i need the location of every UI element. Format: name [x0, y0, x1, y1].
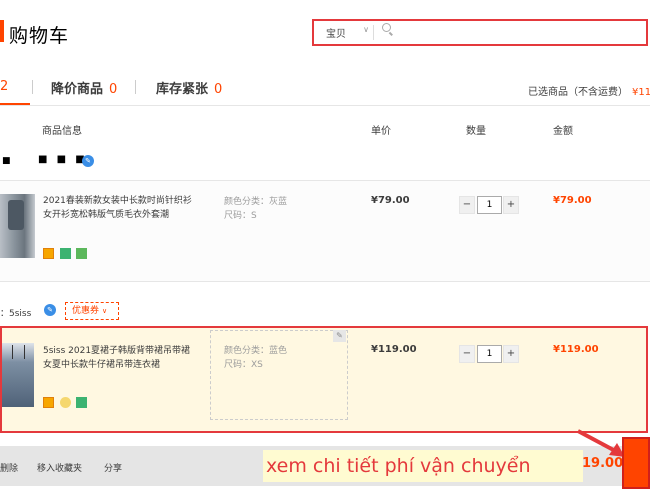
chat-icon[interactable]: ✎ [44, 304, 56, 316]
tab-low-stock[interactable]: 库存紧张 0 [156, 78, 222, 97]
search-bar: 宝贝 ∨ [312, 19, 648, 46]
product-color: 颜色分类：蓝色 [224, 346, 288, 356]
product-title[interactable]: 2021春装新款女装中长款时尚针织衫女开衫宽松韩版气质毛衣外套潮 [43, 194, 193, 222]
shop1-bullet: ■ [2, 156, 13, 166]
unit-price: ¥79.00 [371, 195, 410, 206]
tab-all-count[interactable]: 2 [0, 79, 8, 94]
selected-total-amount: ¥11 [632, 87, 650, 98]
tab-separator [135, 80, 136, 94]
search-icon [382, 23, 391, 32]
product-color: 颜色分类：灰蓝 [224, 197, 288, 207]
item-total: ¥79.00 [553, 195, 592, 206]
quantity-input[interactable] [477, 196, 502, 214]
column-header-qty: 数量 [466, 126, 486, 137]
increase-button[interactable]: + [503, 345, 519, 363]
product-thumbnail[interactable] [2, 343, 34, 407]
item-total: ¥119.00 [553, 344, 599, 355]
tab-separator [32, 80, 33, 94]
service-badges [43, 248, 87, 262]
quantity-stepper: − + [459, 196, 519, 214]
tab-label: 库存紧张 [156, 82, 209, 97]
card-icon [43, 397, 54, 408]
page-title: 购物车 [9, 25, 70, 47]
seven-day-icon [59, 248, 71, 259]
chevron-down-icon: ∨ [363, 25, 369, 34]
checkout-button[interactable] [622, 437, 650, 489]
logo-mark [0, 20, 4, 42]
coupon-label: 优惠券 [72, 306, 100, 316]
search-input[interactable] [398, 24, 638, 41]
product-size: 尺码：S [224, 211, 257, 221]
product-size: 尺码：XS [224, 360, 263, 370]
column-header-sum: 金额 [553, 126, 573, 137]
move-to-favorites-link[interactable]: 移入收藏夹 [37, 461, 82, 474]
selected-total: 已选商品（不含运费） ¥11 [528, 83, 650, 98]
tab-label: 降价商品 [51, 82, 104, 97]
product-title[interactable]: 5siss 2021夏裙子韩版背带裙吊带裙女夏中长款牛仔裙吊带连衣裙 [43, 344, 193, 372]
service-badges [43, 397, 87, 411]
seven-day-icon [76, 397, 87, 408]
shop2-name[interactable]: ：5siss [0, 306, 31, 319]
column-header-info: 商品信息 [42, 126, 82, 137]
column-header-price: 单价 [371, 126, 391, 137]
unit-price: ¥119.00 [371, 344, 417, 355]
search-scope-label: 宝贝 [326, 29, 346, 40]
selected-total-label: 已选商品（不含运费） [528, 87, 628, 98]
share-link[interactable]: 分享 [104, 461, 122, 474]
divider [0, 105, 650, 106]
shop1-name[interactable]: ■ ■ ■ [38, 154, 88, 165]
tab-count: 0 [109, 82, 118, 97]
card-icon [43, 248, 54, 259]
increase-button[interactable]: + [503, 196, 519, 214]
gift-icon [59, 397, 71, 408]
chevron-down-icon: ∨ [102, 307, 108, 315]
annotation-label: xem chi tiết phí vận chuyển [263, 450, 583, 482]
edit-icon[interactable]: ✎ [333, 330, 346, 342]
quantity-input[interactable] [477, 345, 502, 363]
coupon-button[interactable]: 优惠券 ∨ [65, 302, 119, 320]
decrease-button[interactable]: − [459, 196, 475, 214]
decrease-button[interactable]: − [459, 345, 475, 363]
search-scope-select[interactable]: 宝贝 ∨ [324, 25, 374, 40]
tab-count: 0 [214, 82, 223, 97]
guarantee-icon [76, 248, 87, 259]
chat-icon[interactable]: ✎ [82, 155, 94, 167]
tab-price-drop[interactable]: 降价商品 0 [51, 78, 117, 97]
delete-link[interactable]: 删除 [0, 461, 18, 474]
product-thumbnail[interactable] [0, 194, 35, 258]
quantity-stepper: − + [459, 345, 519, 363]
